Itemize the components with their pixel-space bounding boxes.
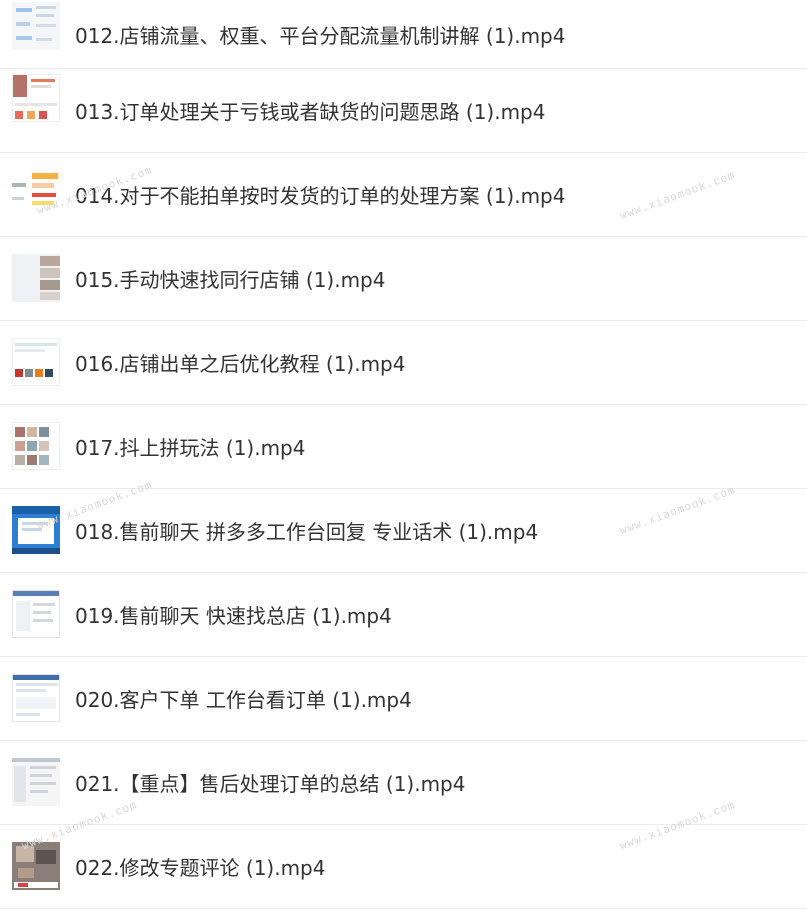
file-name: 019.售前聊天 快速找总店 (1).mp4 <box>75 604 392 628</box>
file-name: 018.售前聊天 拼多多工作台回复 专业话术 (1).mp4 <box>75 520 539 544</box>
webpage-thumbnail-icon <box>12 74 60 122</box>
webpage-thumbnail-icon <box>12 758 60 806</box>
webpage-thumbnail-icon <box>12 338 60 386</box>
file-name: 014.对于不能拍单按时发货的订单的处理方案 (1).mp4 <box>75 184 566 208</box>
webpage-thumbnail-icon <box>12 254 60 302</box>
file-name: 012.店铺流量、权重、平台分配流量机制讲解 (1).mp4 <box>75 23 566 48</box>
webpage-thumbnail-icon <box>12 590 60 638</box>
file-row[interactable]: 012.店铺流量、权重、平台分配流量机制讲解 (1).mp4 <box>0 0 807 69</box>
file-row[interactable]: 016.店铺出单之后优化教程 (1).mp4 <box>0 321 807 405</box>
file-row[interactable]: 022.修改专题评论 (1).mp4 <box>0 825 807 909</box>
file-row[interactable]: 021.【重点】售后处理订单的总结 (1).mp4 <box>0 741 807 825</box>
mindmap-thumbnail-icon <box>12 2 60 50</box>
photo-thumbnail-icon <box>12 842 60 890</box>
file-row[interactable]: 014.对于不能拍单按时发货的订单的处理方案 (1).mp4 <box>0 153 807 237</box>
file-row[interactable]: 020.客户下单 工作台看订单 (1).mp4 <box>0 657 807 741</box>
file-name: 016.店铺出单之后优化教程 (1).mp4 <box>75 352 406 376</box>
desktop-thumbnail-icon <box>12 506 60 554</box>
file-name: 020.客户下单 工作台看订单 (1).mp4 <box>75 688 412 712</box>
file-name: 017.抖上拼玩法 (1).mp4 <box>75 436 306 460</box>
file-row[interactable]: 017.抖上拼玩法 (1).mp4 <box>0 405 807 489</box>
file-name: 022.修改专题评论 (1).mp4 <box>75 856 326 880</box>
file-row[interactable]: 013.订单处理关于亏钱或者缺货的问题思路 (1).mp4 <box>0 69 807 153</box>
file-name: 013.订单处理关于亏钱或者缺货的问题思路 (1).mp4 <box>75 100 546 124</box>
file-name: 015.手动快速找同行店铺 (1).mp4 <box>75 268 386 292</box>
webpage-thumbnail-icon <box>12 422 60 470</box>
mindmap-thumbnail-icon <box>12 171 60 219</box>
video-file-list: 012.店铺流量、权重、平台分配流量机制讲解 (1).mp4 013.订单处理关… <box>0 0 807 909</box>
file-name: 021.【重点】售后处理订单的总结 (1).mp4 <box>75 772 466 796</box>
file-row[interactable]: 015.手动快速找同行店铺 (1).mp4 <box>0 237 807 321</box>
file-row[interactable]: 018.售前聊天 拼多多工作台回复 专业话术 (1).mp4 <box>0 489 807 573</box>
file-row[interactable]: 019.售前聊天 快速找总店 (1).mp4 <box>0 573 807 657</box>
webpage-thumbnail-icon <box>12 674 60 722</box>
